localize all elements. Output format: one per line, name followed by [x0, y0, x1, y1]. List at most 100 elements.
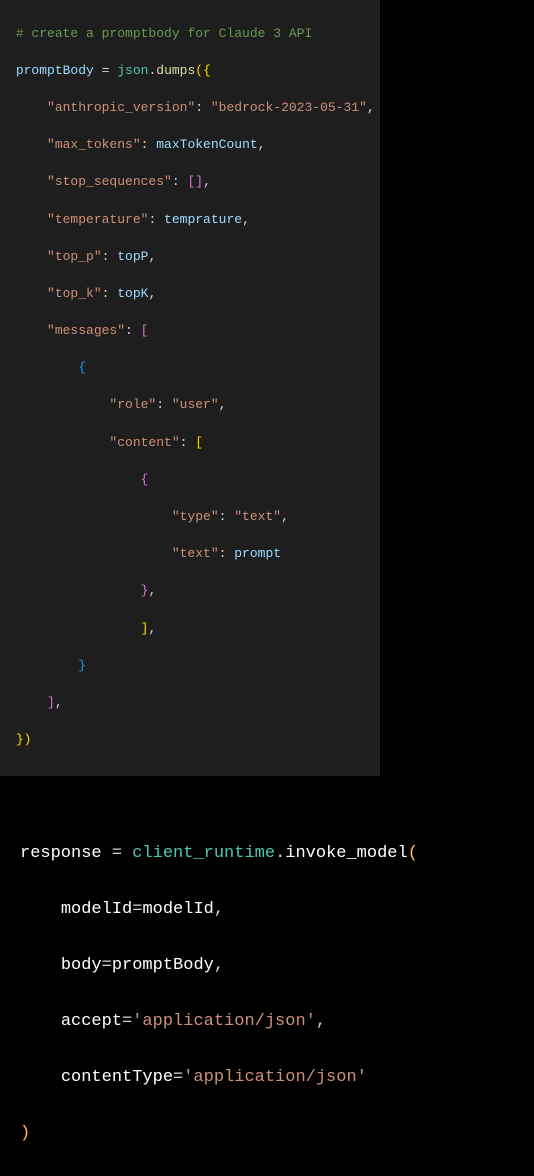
bracket-token: ]	[47, 695, 55, 710]
brace-token: {	[141, 472, 149, 487]
param-token: contentType	[61, 1068, 173, 1087]
code-line: "top_p": topP,	[8, 248, 372, 267]
bracket-token: [	[195, 435, 203, 450]
string-value-token: "user"	[172, 397, 219, 412]
string-token: 'application/json'	[132, 1012, 316, 1031]
comma-token: ,	[148, 621, 156, 636]
operator-token: =	[102, 956, 112, 975]
operator-token: =	[122, 1012, 132, 1031]
bracket-token: ]	[195, 174, 203, 189]
code-line: "temperature": temprature,	[8, 211, 372, 230]
string-key-token: "messages"	[47, 323, 125, 338]
param-token: modelId	[61, 900, 132, 919]
string-key-token: "temperature"	[47, 212, 148, 227]
operator-token: =	[94, 63, 117, 78]
code-line: contentType='application/json'	[20, 1064, 514, 1092]
comma-token: ,	[148, 583, 156, 598]
code-block-response: response = client_runtime.invoke_model( …	[0, 806, 534, 1176]
variable-token: promptBody	[16, 63, 94, 78]
paren-token: )	[20, 1124, 30, 1143]
code-line: "stop_sequences": [],	[8, 173, 372, 192]
comma-token: ,	[203, 174, 211, 189]
comma-token: ,	[148, 249, 156, 264]
brace-token: }	[78, 658, 86, 673]
operator-token: =	[102, 844, 133, 863]
identifier-token: temprature	[164, 212, 242, 227]
colon-token: :	[141, 137, 157, 152]
operator-token: =	[173, 1068, 183, 1087]
code-line: "role": "user",	[8, 396, 372, 415]
code-line: # create a promptbody for Claude 3 API	[8, 25, 372, 44]
bracket-token: [	[141, 323, 149, 338]
code-line: "type": "text",	[8, 508, 372, 527]
colon-token: :	[172, 174, 188, 189]
code-line: promptBody = json.dumps({	[8, 62, 372, 81]
paren-token: (	[408, 844, 418, 863]
comma-token: ,	[148, 286, 156, 301]
punct-token: .	[275, 844, 285, 863]
comma-token: ,	[316, 1012, 326, 1031]
code-line: "anthropic_version": "bedrock-2023-05-31…	[8, 99, 372, 118]
code-line: body=promptBody,	[20, 952, 514, 980]
code-line: },	[8, 582, 372, 601]
string-key-token: "stop_sequences"	[47, 174, 172, 189]
comma-token: ,	[367, 100, 375, 115]
operator-token: =	[132, 900, 142, 919]
variable-token: response	[20, 844, 102, 863]
bracket-token: ({	[195, 63, 211, 78]
module-token: json	[117, 63, 148, 78]
param-token: body	[61, 956, 102, 975]
colon-token: :	[148, 212, 164, 227]
string-key-token: "max_tokens"	[47, 137, 141, 152]
code-line: modelId=modelId,	[20, 896, 514, 924]
string-key-token: "top_p"	[47, 249, 102, 264]
colon-token: :	[219, 546, 235, 561]
comment-token: # create a promptbody for Claude 3 API	[16, 26, 312, 41]
identifier-token: prompt	[234, 546, 281, 561]
colon-token: :	[102, 249, 118, 264]
code-line: response = client_runtime.invoke_model(	[20, 840, 514, 868]
colon-token: :	[219, 509, 235, 524]
string-key-token: "top_k"	[47, 286, 102, 301]
code-line: })	[8, 731, 372, 750]
code-block-promptbody: # create a promptbody for Claude 3 API p…	[0, 0, 380, 776]
identifier-token: promptBody	[112, 956, 214, 975]
bracket-token: ]	[141, 621, 149, 636]
string-key-token: "text"	[172, 546, 219, 561]
code-line: "content": [	[8, 434, 372, 453]
string-key-token: "role"	[109, 397, 156, 412]
function-token: dumps	[156, 63, 195, 78]
identifier-token: topK	[117, 286, 148, 301]
comma-token: ,	[242, 212, 250, 227]
code-line: {	[8, 471, 372, 490]
method-token: invoke_model	[285, 844, 407, 863]
identifier-token: maxTokenCount	[156, 137, 257, 152]
comma-token: ,	[281, 509, 289, 524]
identifier-token: modelId	[142, 900, 213, 919]
param-token: accept	[61, 1012, 122, 1031]
string-value-token: "bedrock-2023-05-31"	[211, 100, 367, 115]
code-line: ],	[8, 694, 372, 713]
comma-token: ,	[214, 956, 224, 975]
colon-token: :	[125, 323, 141, 338]
comma-token: ,	[219, 397, 227, 412]
code-line: )	[20, 1120, 514, 1148]
code-line: "text": prompt	[8, 545, 372, 564]
comma-token: ,	[55, 695, 63, 710]
comma-token: ,	[258, 137, 266, 152]
brace-token: }	[16, 732, 24, 747]
string-key-token: "anthropic_version"	[47, 100, 195, 115]
code-line: accept='application/json',	[20, 1008, 514, 1036]
identifier-token: topP	[117, 249, 148, 264]
brace-token: {	[78, 360, 86, 375]
colon-token: :	[195, 100, 211, 115]
code-line: "messages": [	[8, 322, 372, 341]
code-line: {	[8, 359, 372, 378]
paren-token: )	[24, 732, 32, 747]
string-key-token: "content"	[109, 435, 179, 450]
string-token: 'application/json'	[183, 1068, 367, 1087]
string-value-token: "text"	[234, 509, 281, 524]
comma-token: ,	[214, 900, 224, 919]
code-line: }	[8, 657, 372, 676]
code-line: "max_tokens": maxTokenCount,	[8, 136, 372, 155]
